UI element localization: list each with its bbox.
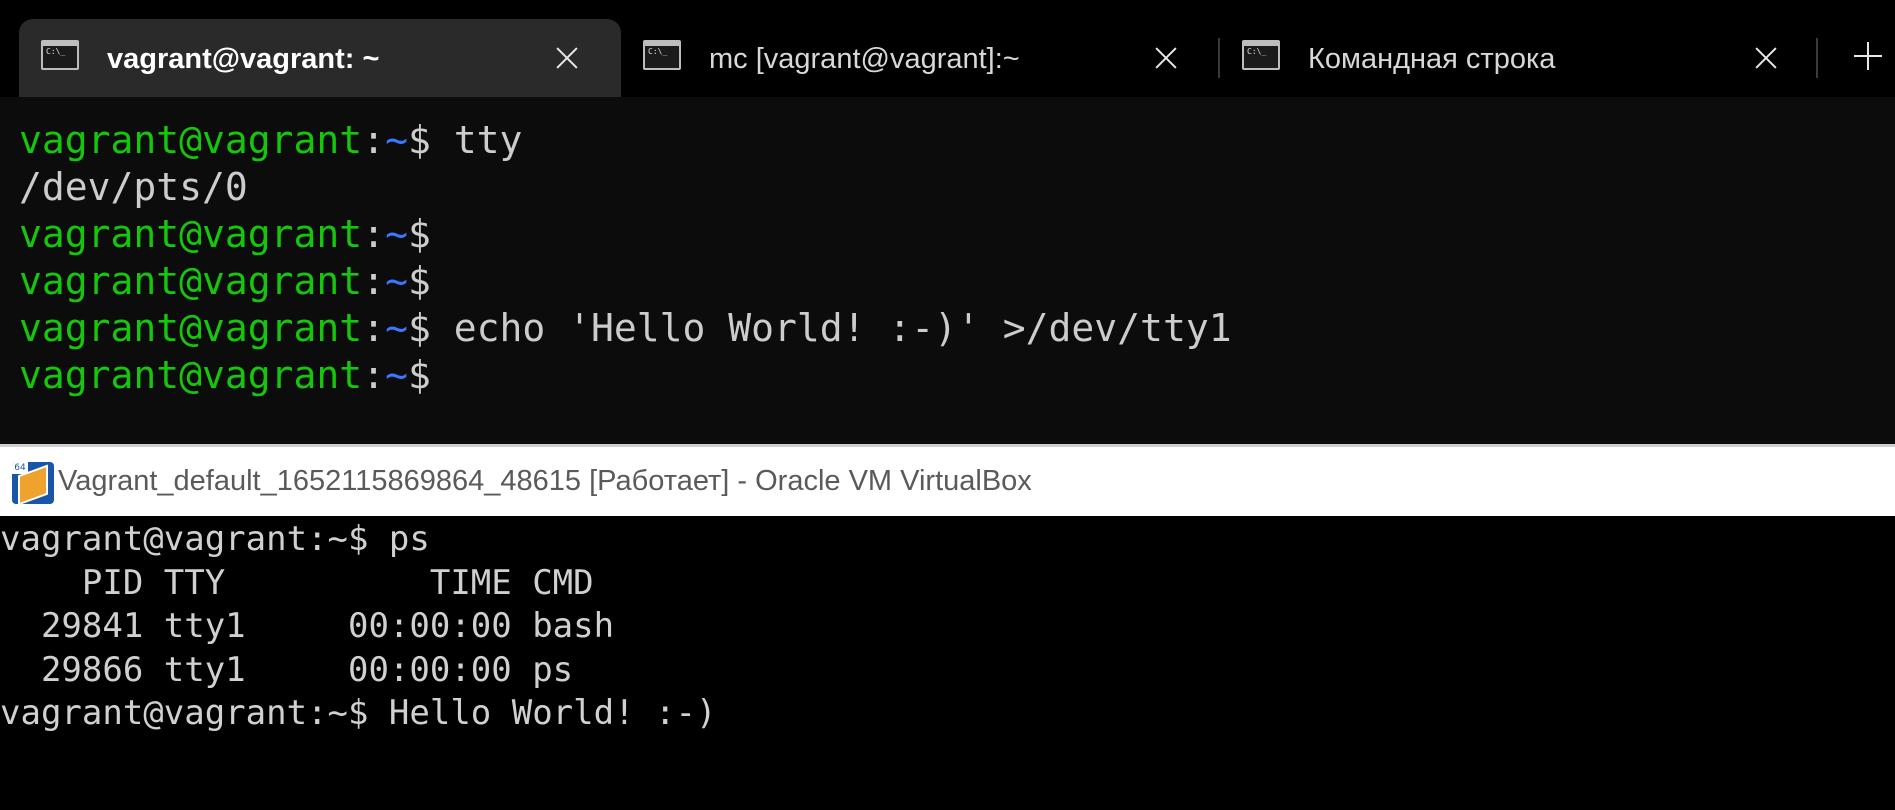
prompt-colon: :	[362, 118, 386, 162]
console-line: vagrant@vagrant:~$ ps	[0, 519, 430, 559]
terminal-prompt-line: vagrant@vagrant:~$	[19, 211, 1232, 258]
prompt-dir: ~	[385, 353, 408, 397]
prompt-user: vagrant@vagrant	[19, 306, 363, 350]
console-output: vagrant@vagrant:~$ ps PID TTY TIME CMD 2…	[0, 518, 716, 736]
tab-title: vagrant@vagrant: ~	[107, 43, 380, 75]
console-line: 29841 tty1 00:00:00 bash	[0, 606, 615, 646]
virtualbox-logo-icon: 64	[12, 462, 54, 504]
terminal-output: vagrant@vagrant:~$ tty/dev/pts/0 vagrant@…	[19, 117, 1232, 399]
tab-vagrant[interactable]: vagrant@vagrant: ~	[19, 19, 621, 97]
prompt-colon: :	[362, 306, 386, 350]
console-icon	[1242, 40, 1280, 70]
console-line: 29866 tty1 00:00:00 ps	[0, 649, 574, 690]
prompt-user: vagrant@vagrant	[19, 353, 363, 397]
prompt-user: vagrant@vagrant	[19, 118, 363, 162]
prompt-dir: ~	[385, 118, 408, 162]
prompt-user: vagrant@vagrant	[19, 259, 363, 303]
prompt-colon: :	[362, 259, 386, 303]
close-icon[interactable]	[1151, 43, 1181, 73]
console-icon	[643, 40, 681, 70]
plus-icon[interactable]	[1852, 40, 1884, 72]
prompt-dollar: $	[407, 259, 431, 303]
prompt-dollar: $	[407, 118, 431, 162]
terminal-tab-bar: vagrant@vagrant: ~ mc [vagrant@vagrant]:…	[0, 0, 1895, 97]
terminal-prompt-line: vagrant@vagrant:~$	[19, 258, 1232, 305]
tab-mc[interactable]: mc [vagrant@vagrant]:~	[621, 19, 1219, 97]
command-text: echo 'Hello World! :-)' >/dev/tty1	[430, 306, 1232, 350]
console-line: PID TTY TIME CMD	[0, 562, 594, 603]
arch-badge: 64	[12, 462, 28, 474]
tab-command-prompt[interactable]: Командная строка	[1220, 19, 1818, 97]
prompt-dollar: $	[407, 306, 431, 350]
command-text: tty	[430, 118, 523, 162]
prompt-colon: :	[362, 212, 386, 256]
console-icon	[41, 40, 79, 70]
prompt-dir: ~	[385, 259, 408, 303]
prompt-colon: :	[362, 353, 386, 397]
close-icon[interactable]	[1751, 43, 1781, 73]
virtualbox-title-bar[interactable]: 64 Vagrant_default_1652115869864_48615 […	[0, 444, 1895, 516]
prompt-dir: ~	[385, 212, 408, 256]
window-title: Vagrant_default_1652115869864_48615 [Раб…	[58, 465, 1032, 497]
terminal-pane[interactable]: vagrant@vagrant:~$ tty/dev/pts/0 vagrant@…	[0, 97, 1895, 444]
virtualbox-console[interactable]: vagrant@vagrant:~$ ps PID TTY TIME CMD 2…	[0, 516, 1895, 810]
prompt-dollar: $	[407, 353, 431, 397]
prompt-user: vagrant@vagrant	[19, 212, 363, 256]
tab-separator	[1816, 38, 1818, 78]
terminal-prompt-line: vagrant@vagrant:~$ tty	[19, 117, 1232, 164]
terminal-prompt-line: vagrant@vagrant:~$ echo 'Hello World! :-…	[19, 305, 1232, 352]
output-text: /dev/pts/0	[19, 165, 248, 209]
terminal-output-line: /dev/pts/0	[19, 164, 1232, 211]
prompt-dollar: $	[407, 212, 431, 256]
prompt-dir: ~	[385, 306, 408, 350]
close-icon[interactable]	[552, 43, 582, 73]
tab-title: Командная строка	[1308, 43, 1556, 75]
terminal-prompt-line: vagrant@vagrant:~$	[19, 352, 1232, 399]
console-line: vagrant@vagrant:~$ Hello World! :-)	[0, 693, 717, 733]
tab-title: mc [vagrant@vagrant]:~	[709, 43, 1020, 75]
